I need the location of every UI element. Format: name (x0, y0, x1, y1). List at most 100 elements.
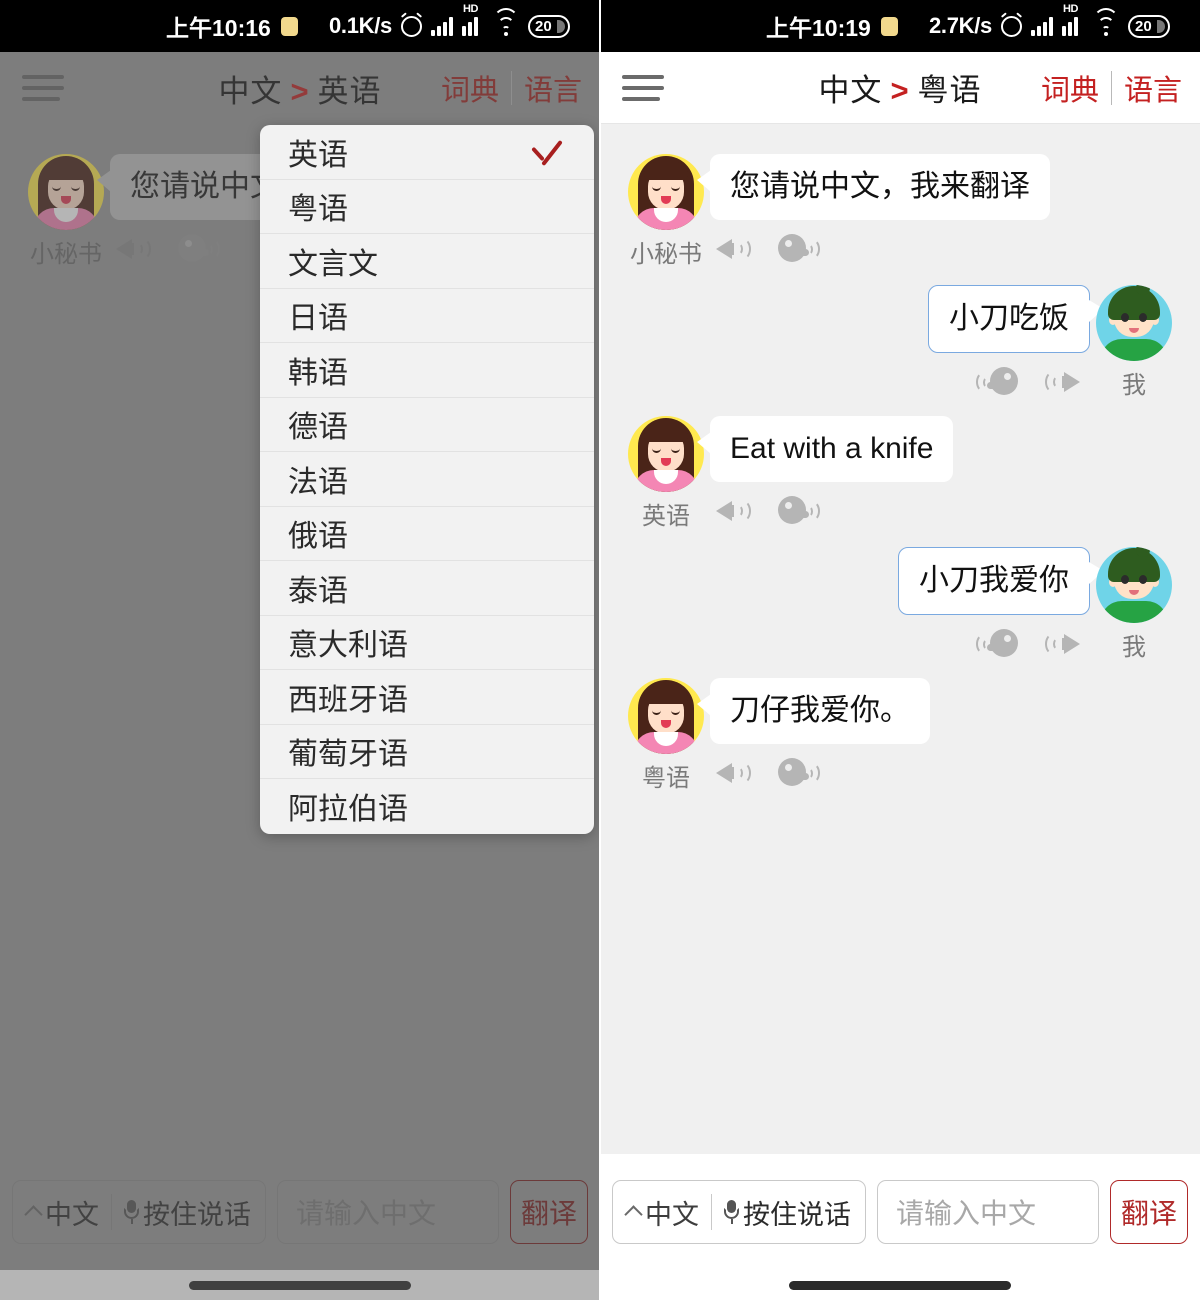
speaker-icon[interactable] (716, 494, 756, 528)
source-language-label: 中文 (818, 73, 883, 108)
target-language-label: 粤语 (917, 73, 982, 108)
dropdown-item-7[interactable]: 俄语 (260, 507, 594, 561)
user-avatar (1096, 285, 1172, 361)
dropdown-item-5[interactable]: 德语 (260, 398, 594, 452)
hd-signal-icon: HD (462, 3, 484, 36)
bubble-column: 刀仔我爱你。 (697, 678, 930, 793)
dropdown-item-label: 法语 (288, 465, 348, 499)
chat-message-assistant: 英语 Eat with a knife (600, 400, 1200, 531)
signal-bars-icon (1031, 16, 1053, 36)
message-actions (970, 365, 1090, 399)
signal-bars-icon (431, 16, 453, 36)
home-indicator-right (600, 1270, 1200, 1300)
dropdown-item-label: 阿拉伯语 (288, 793, 408, 827)
dropdown-item-8[interactable]: 泰语 (260, 561, 594, 616)
message-bubble[interactable]: 您请说中文，我来翻译 (697, 154, 1050, 220)
speaker-name: 小秘书 (630, 241, 702, 268)
message-actions (970, 627, 1090, 661)
header-actions-right: 词典 语言 (1041, 67, 1182, 109)
network-speed: 0.1K/s (328, 13, 392, 38)
speaker-icon[interactable] (1040, 365, 1080, 399)
input-language-label: 中文 (645, 1199, 699, 1230)
message-actions (710, 232, 1050, 266)
status-left-group: 上午10:19 (766, 9, 898, 43)
speaker-icon[interactable] (1040, 627, 1080, 661)
hold-to-talk-button[interactable]: 按住说话 (724, 1193, 851, 1232)
message-actions (710, 494, 953, 528)
input-toolbar-right: 中文 按住说话 请输入中文 翻译 (600, 1154, 1200, 1270)
dropdown-item-11[interactable]: 葡萄牙语 (260, 725, 594, 779)
speaking-head-icon[interactable] (776, 232, 820, 266)
chat-message-user: 小刀吃饭 我 (600, 269, 1200, 400)
status-left-group: 上午10:16 (166, 9, 298, 43)
chevron-up-icon (624, 1204, 643, 1224)
dropdown-item-3[interactable]: 日语 (260, 289, 594, 343)
dropdown-item-1[interactable]: 粤语 (260, 180, 594, 234)
network-speed: 2.7K/s (928, 13, 992, 38)
input-language-selector[interactable]: 中文 (624, 1193, 699, 1232)
dropdown-item-label: 文言文 (288, 247, 378, 281)
dropdown-item-label: 泰语 (288, 574, 348, 608)
battery-level: 20 (1135, 17, 1152, 35)
hamburger-menu-icon[interactable] (622, 69, 664, 107)
dropdown-item-label: 葡萄牙语 (288, 738, 408, 772)
speaker-icon[interactable] (716, 756, 756, 790)
speaking-head-icon[interactable] (976, 627, 1020, 661)
dropdown-item-2[interactable]: 文言文 (260, 234, 594, 289)
status-time: 上午10:19 (766, 15, 871, 41)
message-bubble[interactable]: 小刀我爱你 (898, 547, 1107, 615)
dropdown-item-12[interactable]: 阿拉伯语 (260, 779, 594, 834)
dropdown-item-label: 俄语 (288, 520, 348, 554)
header-divider (1110, 70, 1112, 105)
hd-signal-icon: HD (1062, 3, 1084, 36)
chat-list-right[interactable]: 小秘书 您请说中文，我来翻译 小刀吃饭 我 英语 Eat with a knif… (600, 124, 1200, 1184)
check-icon (530, 135, 564, 169)
dropdown-item-label: 日语 (288, 302, 348, 336)
microphone-icon (724, 1200, 739, 1224)
speaker-name: 我 (1122, 372, 1146, 399)
message-bubble[interactable]: 刀仔我爱你。 (697, 678, 930, 744)
bubble-column: 小刀我爱你 (898, 547, 1107, 662)
battery-level: 20 (535, 17, 552, 35)
wifi-icon (493, 8, 519, 36)
language-dropdown-menu[interactable]: 英语 粤语 文言文 日语 韩语 德语 法语 俄语 泰语 意大利语 西班牙语 葡萄… (260, 125, 594, 834)
speaking-head-icon[interactable] (776, 756, 820, 790)
status-bar-left: 上午10:16 0.1K/s HD 20 (0, 0, 600, 52)
text-input-right[interactable]: 请输入中文 (877, 1180, 1099, 1244)
status-time: 上午10:16 (166, 15, 271, 41)
alarm-icon (1001, 15, 1022, 37)
user-avatar (1096, 547, 1172, 623)
dropdown-item-label: 英语 (288, 138, 348, 172)
speaking-head-icon[interactable] (976, 365, 1020, 399)
avatar-column: 我 (1090, 547, 1178, 662)
speaking-head-icon[interactable] (776, 494, 820, 528)
hold-to-talk-label: 按住说话 (743, 1199, 851, 1230)
translate-button-right[interactable]: 翻译 (1110, 1180, 1188, 1244)
dropdown-item-4[interactable]: 韩语 (260, 343, 594, 398)
dropdown-item-0[interactable]: 英语 (260, 125, 594, 180)
dictionary-button[interactable]: 词典 (1041, 67, 1099, 109)
message-actions (710, 756, 930, 790)
arrow-icon: > (890, 73, 910, 108)
status-right-group: 0.1K/s HD 20 (328, 3, 570, 39)
battery-icon: 20 (528, 14, 570, 38)
app-header-right: 中文 > 粤语 词典 语言 (600, 52, 1200, 124)
speaker-name: 粤语 (642, 765, 690, 792)
status-bar-right: 上午10:19 2.7K/s HD 20 (600, 0, 1200, 52)
phone-screen-right: 上午10:19 2.7K/s HD 20 中文 > 粤语 词典 语言 小秘书 您… (600, 0, 1200, 1300)
dropdown-item-6[interactable]: 法语 (260, 452, 594, 507)
message-bubble[interactable]: 小刀吃饭 (928, 285, 1107, 353)
dropdown-item-9[interactable]: 意大利语 (260, 616, 594, 670)
dropdown-item-10[interactable]: 西班牙语 (260, 670, 594, 725)
language-button[interactable]: 语言 (1124, 67, 1182, 109)
panel-divider (599, 0, 601, 1300)
chat-message-assistant: 小秘书 您请说中文，我来翻译 (600, 138, 1200, 269)
message-bubble[interactable]: Eat with a knife (696, 416, 954, 482)
phone-screen-left: 上午10:16 0.1K/s HD 20 中文 > 英语 词典 语言 小秘书 您… (0, 0, 600, 1300)
wifi-icon (1093, 8, 1119, 36)
chat-message-user: 小刀我爱你 我 (600, 531, 1200, 662)
alarm-icon (401, 15, 422, 37)
speaker-icon[interactable] (716, 232, 756, 266)
dropdown-item-label: 韩语 (288, 356, 348, 390)
voice-input-group-right[interactable]: 中文 按住说话 (612, 1180, 866, 1244)
